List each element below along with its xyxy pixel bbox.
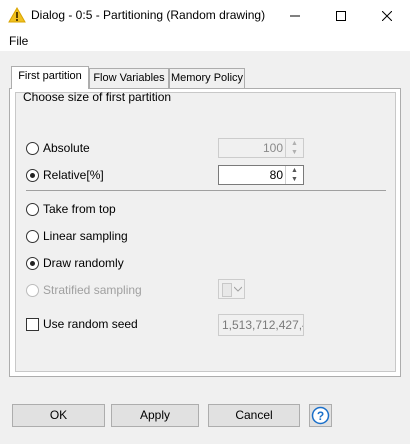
separator <box>26 190 386 191</box>
group-title: Choose size of first partition <box>23 90 172 104</box>
relative-value: 80 <box>269 168 283 182</box>
minimize-icon <box>290 15 300 16</box>
stratified-sampling-label: Stratified sampling <box>43 283 142 297</box>
menu-file[interactable]: File <box>9 34 28 48</box>
help-icon: ? <box>311 406 330 425</box>
spinner-down-icon[interactable]: ▼ <box>286 175 303 184</box>
draw-randomly-label: Draw randomly <box>43 256 124 270</box>
window-title: Dialog - 0:5 - Partitioning (Random draw… <box>31 8 266 22</box>
absolute-spinner-arrows[interactable]: ▲ ▼ <box>285 139 303 157</box>
absolute-spinner[interactable]: 100 ▲ ▼ <box>218 138 304 158</box>
maximize-button[interactable] <box>318 0 364 31</box>
absolute-value: 100 <box>262 141 283 155</box>
relative-spinner-arrows[interactable]: ▲ ▼ <box>285 166 303 184</box>
absolute-label: Absolute <box>43 141 90 155</box>
help-glyph: ? <box>317 409 324 423</box>
relative-label: Relative[%] <box>43 168 104 182</box>
spinner-up-icon[interactable]: ▲ <box>286 139 303 148</box>
linear-sampling-radio[interactable] <box>26 230 39 243</box>
menu-bar: File <box>0 31 410 51</box>
spinner-up-icon[interactable]: ▲ <box>286 166 303 175</box>
minimize-button[interactable] <box>272 0 318 31</box>
maximize-icon <box>336 10 346 21</box>
close-button[interactable] <box>364 0 410 31</box>
select-handle <box>222 283 232 297</box>
relative-spinner[interactable]: 80 ▲ ▼ <box>218 165 304 185</box>
apply-button[interactable]: Apply <box>111 404 199 427</box>
ok-button[interactable]: OK <box>12 404 105 427</box>
stratified-column-select[interactable] <box>218 279 245 299</box>
take-from-top-radio[interactable] <box>26 203 39 216</box>
absolute-radio[interactable] <box>26 142 39 155</box>
use-random-seed-label: Use random seed <box>43 317 138 331</box>
help-button[interactable]: ? <box>309 404 332 427</box>
draw-randomly-radio[interactable] <box>26 257 39 270</box>
random-seed-input[interactable]: 1,513,712,427,4 <box>218 314 304 336</box>
chevron-down-icon <box>234 286 242 292</box>
use-random-seed-checkbox[interactable] <box>26 318 39 331</box>
title-bar: Dialog - 0:5 - Partitioning (Random draw… <box>0 0 410 31</box>
stratified-sampling-radio[interactable] <box>26 284 39 297</box>
tab-flow-variables[interactable]: Flow Variables <box>89 68 169 88</box>
tab-first-partition[interactable]: First partition <box>11 66 89 89</box>
cancel-button[interactable]: Cancel <box>208 404 300 427</box>
tab-memory-policy[interactable]: Memory Policy <box>169 68 245 88</box>
linear-sampling-label: Linear sampling <box>43 229 128 243</box>
relative-radio[interactable] <box>26 169 39 182</box>
spinner-down-icon[interactable]: ▼ <box>286 148 303 157</box>
warning-triangle-icon <box>8 7 26 23</box>
take-from-top-label: Take from top <box>43 202 116 216</box>
close-icon <box>382 10 392 21</box>
